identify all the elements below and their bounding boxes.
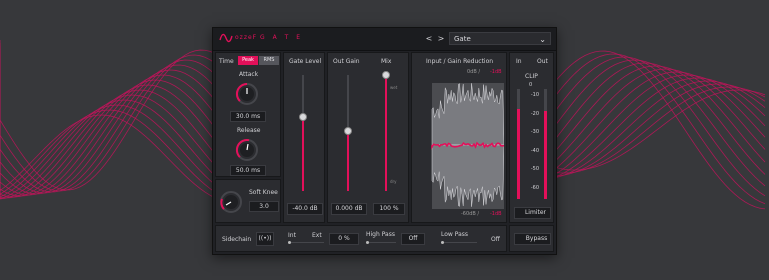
soft-knee-knob[interactable] [219, 190, 243, 214]
preset-prev-button[interactable]: < [423, 33, 435, 44]
graph-top-right-label: -1dB [490, 69, 502, 75]
release-label: Release [237, 127, 261, 134]
clip-value: 0 [529, 82, 533, 88]
high-pass-thumb[interactable] [366, 241, 369, 244]
graph-top-left-label: 0dB / [467, 69, 481, 75]
attack-label: Attack [239, 71, 259, 78]
soft-knee-panel: Soft Knee 3.0 [215, 179, 281, 223]
out-gain-slider-fill [347, 130, 349, 191]
graph-bottom-right-label: -1dB [490, 211, 502, 217]
plugin-name: G A T E [260, 34, 303, 41]
low-pass-slider[interactable] [441, 242, 477, 243]
plugin-header: ozzeF G A T E < > Gate ⌄ [213, 28, 556, 51]
time-panel: Time Peak RMS Attack 30.0 ms Release 50.… [215, 52, 281, 177]
mix-label: Mix [381, 58, 392, 65]
preset-value: Gate [454, 35, 471, 43]
background-wave-line-left [0, 67, 216, 200]
sidechain-int-ext-slider[interactable] [288, 242, 324, 243]
gain-reduction-graph-panel: Input / Gain Reduction 0dB / -1dB -60dB … [411, 52, 507, 223]
low-pass-label: Low Pass [441, 231, 468, 238]
release-value[interactable]: 50.0 ms [230, 165, 266, 176]
background-wave-line-right [554, 89, 766, 171]
limiter-label: Limiter [524, 209, 547, 216]
brand-name: ozzeF [235, 34, 258, 41]
background-wave-line-right [554, 65, 766, 163]
mix-wet-label: wet [390, 85, 398, 90]
rms-toggle[interactable]: RMS [259, 56, 279, 65]
clip-label: CLIP [525, 73, 538, 80]
background-wave-line-left [0, 49, 216, 194]
io-meter-panel: In Out CLIP 0 -10 -20 -30 -40 -50 -60 Limiter [509, 52, 554, 223]
out-level-meter [544, 89, 547, 199]
gate-level-slider-fill [302, 116, 304, 191]
low-pass-value[interactable]: Off [491, 236, 500, 243]
chevron-down-icon: ⌄ [539, 35, 546, 44]
in-level-meter [517, 89, 520, 199]
mix-dry-label: dry [390, 179, 397, 184]
limiter-button[interactable]: Limiter [514, 207, 551, 219]
attack-knob[interactable] [235, 82, 259, 106]
out-gain-label: Out Gain [333, 58, 360, 65]
bypass-button[interactable]: Bypass [514, 233, 551, 245]
low-pass-thumb[interactable] [441, 241, 444, 244]
out-meter-label: Out [537, 58, 548, 65]
mix-value[interactable]: 100 % [373, 203, 405, 215]
release-knob[interactable] [235, 138, 259, 162]
bypass-label: Bypass [525, 235, 548, 242]
high-pass-value[interactable]: Off [401, 233, 425, 245]
plugin-title: ozzeF G A T E [235, 34, 303, 41]
background-wave-line-right [554, 83, 766, 177]
sidechain-listen-button[interactable]: ((•)) [256, 232, 274, 246]
background-wave-line-left [0, 55, 216, 196]
sidechain-mix-value[interactable]: 0 % [329, 233, 359, 245]
graph-bottom-left-label: -60dB / [461, 211, 480, 217]
gain-reduction-graph [414, 69, 504, 221]
logo-icon [219, 33, 233, 43]
out-gain-value[interactable]: 0.000 dB [331, 203, 367, 215]
sidechain-label: Sidechain [222, 236, 252, 243]
mix-slider-thumb[interactable] [382, 71, 390, 79]
high-pass-slider[interactable] [366, 242, 396, 243]
meter-tick-label: -40 [530, 147, 539, 154]
soft-knee-label: Soft Knee [249, 189, 278, 196]
gate-plugin-window: ozzeF G A T E < > Gate ⌄ Time Peak RMS A… [212, 27, 557, 255]
meter-tick-label: -30 [530, 129, 539, 135]
background-wave-line-right [554, 53, 766, 205]
peak-toggle[interactable]: Peak [238, 56, 258, 65]
high-pass-label: High Pass [366, 231, 395, 238]
sidechain-ext-label: Ext [312, 232, 322, 239]
background-wave-line-right [554, 68, 766, 163]
sidechain-int-label: Int [288, 232, 296, 239]
bypass-panel: Bypass [509, 225, 554, 252]
background-wave-line-left [0, 79, 216, 199]
in-meter-label: In [516, 58, 522, 65]
mix-slider-fill [385, 75, 387, 191]
gate-level-label: Gate Level [289, 58, 322, 65]
sidechain-int-ext-thumb[interactable] [288, 241, 291, 244]
sidechain-panel: Sidechain ((•)) Int Ext 0 % High Pass Of… [215, 225, 507, 252]
attack-value[interactable]: 30.0 ms [230, 111, 266, 122]
out-gain-slider-thumb[interactable] [344, 126, 352, 135]
preset-dropdown[interactable]: Gate ⌄ [449, 32, 551, 45]
gate-level-value[interactable]: -40.0 dB [287, 203, 323, 215]
meter-tick-label: -20 [530, 110, 539, 117]
time-label: Time [219, 58, 234, 65]
preset-next-button[interactable]: > [435, 33, 447, 44]
gate-level-panel: Gate Level -40.0 dB [283, 52, 325, 223]
gate-level-slider-thumb[interactable] [299, 112, 307, 121]
soft-knee-value[interactable]: 3.0 [249, 201, 279, 212]
meter-tick-label: -50 [530, 166, 539, 172]
meter-tick-label: -10 [530, 92, 539, 98]
graph-label: Input / Gain Reduction [426, 58, 494, 65]
headphones-icon: ((•)) [258, 235, 272, 242]
out-gain-mix-panel: Out Gain Mix wet dry 0.000 dB 100 % [327, 52, 409, 223]
meter-tick-label: -60 [530, 184, 539, 191]
